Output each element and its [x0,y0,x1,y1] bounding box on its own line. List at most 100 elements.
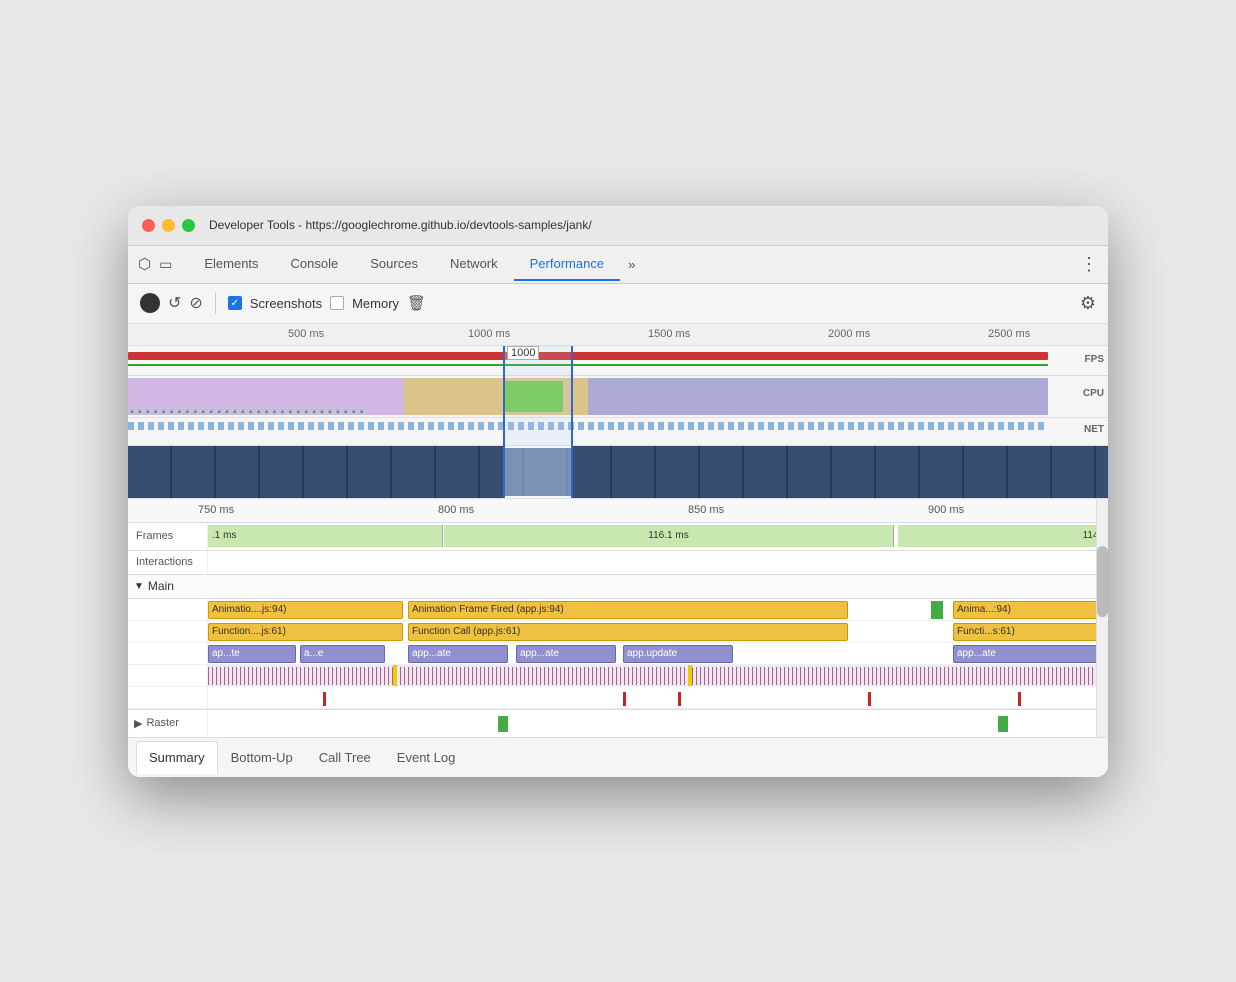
screenshots-checkbox[interactable]: ✓ [228,296,242,310]
memory-checkbox[interactable] [330,296,344,310]
flame-block-app-3[interactable]: app...ate [516,645,616,663]
fps-row: FPS [128,346,1108,376]
flame-row-4-canvas [208,687,1108,708]
flame-row-3-canvas [208,665,1108,686]
detail-tick-800: 800 ms [438,504,474,516]
tab-call-tree[interactable]: Call Tree [306,741,384,774]
trash-button[interactable]: 🗑 [407,294,426,312]
tick-2500: 2500 ms [988,328,1030,340]
raster-text: Raster [146,717,178,729]
raster-triangle-icon: ▶ [134,717,142,730]
raster-canvas [208,710,1108,737]
vertical-scrollbar[interactable] [1096,499,1108,737]
inspect-icon[interactable]: ⬡ [138,255,151,273]
tab-bottom-up[interactable]: Bottom-Up [218,741,306,774]
flame-block-func-1[interactable]: Function Call (app.js:61) [408,623,848,641]
yellow-marker-1 [688,665,692,686]
flame-row-0-label [128,599,208,620]
record-button[interactable] [140,293,160,313]
tab-event-log[interactable]: Event Log [384,741,469,774]
flame-row-1-label [128,621,208,642]
bottom-tabs: Summary Bottom-Up Call Tree Event Log [128,737,1108,777]
mini-red-bars [208,667,1108,685]
main-triangle-icon: ▼ [134,581,144,592]
flame-block-func-2[interactable]: Functi...s:61) [953,623,1108,641]
flame-block-anim-2[interactable]: Anima...:94) [953,601,1108,619]
clear-button[interactable]: ⊘ [189,293,202,313]
tab-performance[interactable]: Performance [514,248,620,281]
flame-row-4 [128,687,1108,709]
flame-block-app-2[interactable]: app...ate [408,645,508,663]
close-button[interactable] [142,219,155,232]
tab-network[interactable]: Network [434,248,514,281]
yellow-marker-0 [393,665,397,686]
red-marker-0 [323,692,326,706]
tab-list: Elements Console Sources Network Perform… [188,248,1080,281]
flame-row-3-label [128,665,208,686]
tab-console[interactable]: Console [275,248,355,281]
frame-bar-0: .1 ms [208,525,443,547]
overview-canvas: FPS ▲▲▲▲▲▲▲▲▲▲▲▲▲▲▲▲▲▲▲▲▲▲▲▲▲▲▲▲▲▲ CPU [128,346,1108,498]
frames-row: Frames .1 ms 116.1 ms 114.9 ms [128,523,1108,551]
tab-sources[interactable]: Sources [354,248,434,281]
reload-button[interactable]: ↺ [168,293,181,313]
flame-row-2: ap...te a...e app...ate app...ate app.up… [128,643,1108,665]
frames-label: Frames [128,523,208,550]
raster-block-0 [498,716,508,732]
window-title: Developer Tools - https://googlechrome.g… [209,218,592,232]
overview-selection[interactable]: 1000 [503,346,573,498]
raster-row: ▶ Raster [128,709,1108,737]
cpu-label: CPU [1083,388,1104,399]
flame-row-0-canvas: Animatio....js:94) Animation Frame Fired… [208,599,1108,620]
tick-500: 500 ms [288,328,324,340]
red-marker-2 [678,692,681,706]
flame-block-app-5[interactable]: app...ate [953,645,1108,663]
device-icon[interactable]: ▭ [159,256,172,273]
devtools-icons: ⬡ ▭ [138,255,172,273]
net-bar [128,422,1048,430]
net-label: NET [1084,424,1104,435]
cpu-row: ▲▲▲▲▲▲▲▲▲▲▲▲▲▲▲▲▲▲▲▲▲▲▲▲▲▲▲▲▲▲ CPU [128,376,1108,418]
tick-1000: 1000 ms [468,328,510,340]
main-content: 500 ms 1000 ms 1500 ms 2000 ms 2500 ms F… [128,324,1108,777]
detail-tick-750: 750 ms [198,504,234,516]
red-marker-4 [1018,692,1021,706]
frame-bar-1: 116.1 ms [444,525,894,547]
titlebar: Developer Tools - https://googlechrome.g… [128,206,1108,246]
flame-block-anim-1[interactable]: Animation Frame Fired (app.js:94) [408,601,848,619]
tab-menu-button[interactable]: ⋮ [1080,254,1098,275]
overview-ruler: 500 ms 1000 ms 1500 ms 2000 ms 2500 ms [128,324,1108,346]
scrollbar-thumb[interactable] [1097,546,1108,617]
toolbar: ↺ ⊘ ✓ Screenshots Memory 🗑 ⚙ [128,284,1108,324]
memory-label: Memory [352,296,399,311]
minimize-button[interactable] [162,219,175,232]
screenshots-label: Screenshots [250,296,322,311]
overview-timeline[interactable]: 500 ms 1000 ms 1500 ms 2000 ms 2500 ms F… [128,324,1108,499]
cpu-dots: ▲▲▲▲▲▲▲▲▲▲▲▲▲▲▲▲▲▲▲▲▲▲▲▲▲▲▲▲▲▲ [128,407,1048,413]
flame-block-anim-0[interactable]: Animatio....js:94) [208,601,403,619]
frames-canvas: .1 ms 116.1 ms 114.9 ms [208,523,1108,550]
flame-block-func-0[interactable]: Function....js:61) [208,623,403,641]
tab-more-button[interactable]: » [620,249,643,280]
main-label: Main [148,579,174,593]
main-section-header[interactable]: ▼ Main [128,575,1108,599]
devtools-window: Developer Tools - https://googlechrome.g… [128,206,1108,777]
fps-label: FPS [1085,354,1104,365]
frame-bar-2: 114.9 ms [898,525,1108,547]
raster-block-1 [998,716,1008,732]
tab-summary[interactable]: Summary [136,741,218,774]
screenshots-strip [128,446,1108,498]
flame-row-2-canvas: ap...te a...e app...ate app...ate app.up… [208,643,1108,664]
flame-block-app-1[interactable]: a...e [300,645,385,663]
tab-elements[interactable]: Elements [188,248,274,281]
flame-block-app-4[interactable]: app.update [623,645,733,663]
flame-block-app-0[interactable]: ap...te [208,645,296,663]
flame-row-3 [128,665,1108,687]
traffic-lights [142,219,195,232]
red-marker-3 [868,692,871,706]
maximize-button[interactable] [182,219,195,232]
raster-label[interactable]: ▶ Raster [128,710,208,737]
settings-button[interactable]: ⚙ [1080,293,1096,314]
selection-time-label: 1000 [507,346,539,360]
flame-row-2-label [128,643,208,664]
